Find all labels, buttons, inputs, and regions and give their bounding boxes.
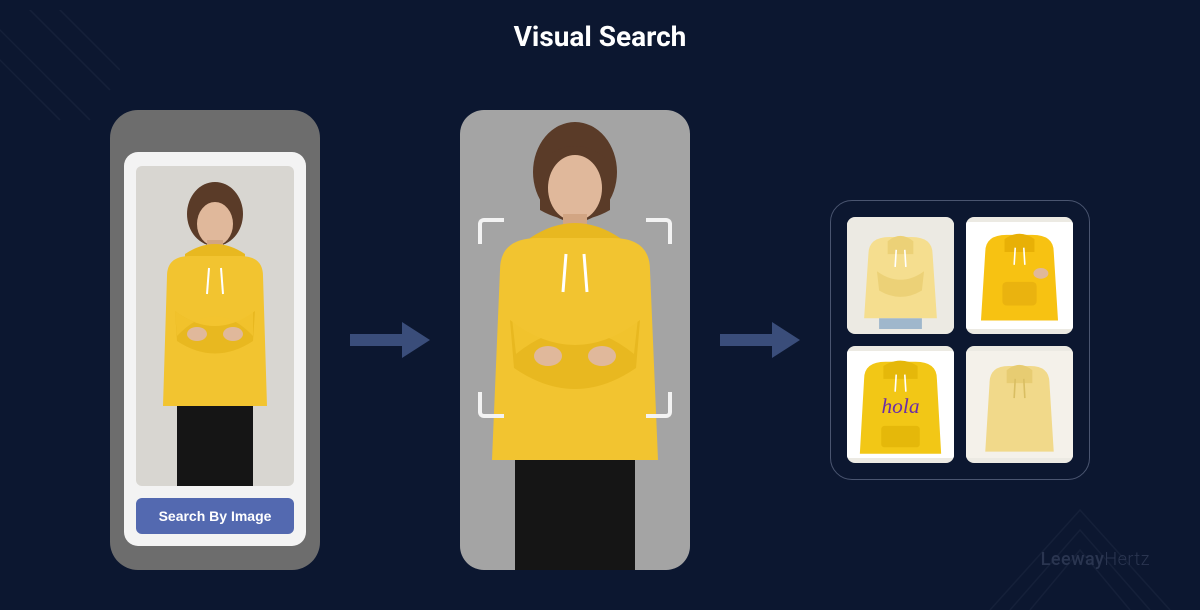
watermark: LeewayHertz <box>1041 549 1150 570</box>
result-item[interactable] <box>966 346 1073 463</box>
result-graphic-text: hola <box>881 394 919 418</box>
arrow-right-icon <box>720 320 800 360</box>
result-item[interactable] <box>966 217 1073 334</box>
watermark-brand-b: Hertz <box>1104 549 1150 570</box>
corner-br-icon <box>646 392 672 418</box>
diagram-stage: Search By Image <box>0 80 1200 600</box>
corner-bl-icon <box>478 392 504 418</box>
page-title: Visual Search <box>0 20 1200 53</box>
phone-card: Search By Image <box>124 152 306 546</box>
person-figure <box>136 176 294 486</box>
detection-panel <box>460 110 690 570</box>
result-item[interactable] <box>847 217 954 334</box>
phone-frame: Search By Image <box>110 110 320 570</box>
arrow-right-icon <box>350 320 430 360</box>
corner-tr-icon <box>646 218 672 244</box>
search-by-image-button[interactable]: Search By Image <box>136 498 294 534</box>
watermark-brand-a: Leeway <box>1041 549 1105 570</box>
query-image <box>136 166 294 486</box>
result-item[interactable]: hola <box>847 346 954 463</box>
results-panel: hola <box>830 200 1090 480</box>
detection-bounding-box <box>478 218 672 418</box>
corner-tl-icon <box>478 218 504 244</box>
